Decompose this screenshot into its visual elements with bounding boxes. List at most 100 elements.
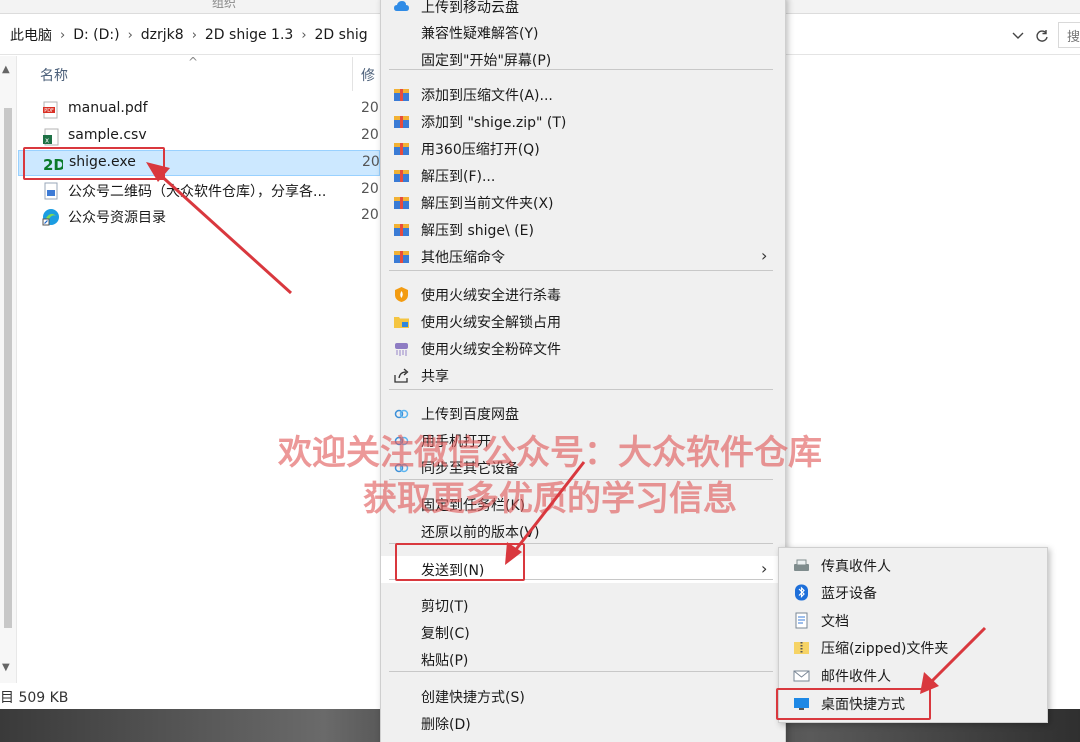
file-name: sample.csv xyxy=(68,127,147,143)
archive-icon xyxy=(393,221,410,238)
file-name: shige.exe xyxy=(69,154,136,170)
menu-item-label: 上传到移动云盘 xyxy=(421,0,519,16)
archive-icon xyxy=(393,194,410,211)
menu-item-more-compress-commands[interactable]: 其他压缩命令 › xyxy=(381,243,785,270)
menu-item-pin-to-taskbar[interactable]: 固定到任务栏(K) xyxy=(381,491,785,518)
status-text: 目 509 KB xyxy=(0,690,69,706)
file-row-qrcode-image[interactable]: 公众号二维码（大众软件仓库），分享各... 20 xyxy=(18,178,380,204)
menu-item-sync-to-other-devices[interactable]: 同步至其它设备 xyxy=(381,454,785,481)
send-to-item-mail-recipient[interactable]: 邮件收件人 xyxy=(779,662,1047,689)
send-to-item-label: 桌面快捷方式 xyxy=(821,697,905,713)
menu-item-label: 解压到当前文件夹(X) xyxy=(421,196,554,212)
column-date-header[interactable]: 修 xyxy=(361,65,375,85)
menu-item-add-to-archive[interactable]: 添加到压缩文件(A)... xyxy=(381,81,785,108)
edge-link-icon xyxy=(42,208,60,226)
send-to-item-desktop-shortcut[interactable]: 桌面快捷方式 xyxy=(779,690,1047,717)
search-placeholder: 搜 xyxy=(1067,30,1080,45)
scroll-down-arrow-icon[interactable]: ▼ xyxy=(2,662,10,673)
archive-icon xyxy=(393,248,410,265)
file-row-sample-csv[interactable]: x sample.csv 20 xyxy=(18,124,380,150)
menu-item-label: 用360压缩打开(Q) xyxy=(421,142,540,158)
baidu-cloud-icon xyxy=(393,432,410,449)
column-header: 名称 ^ 修 xyxy=(18,55,380,91)
shred-icon xyxy=(393,340,410,357)
mail-icon xyxy=(793,667,810,684)
breadcrumb-current[interactable]: 2D shig xyxy=(309,27,374,43)
file-date: 20 xyxy=(361,181,379,197)
pdf-file-icon: PDF xyxy=(42,101,60,119)
navigation-pane-scrollbar[interactable]: ▲ ▼ xyxy=(0,56,17,683)
send-to-item-label: 压缩(zipped)文件夹 xyxy=(821,641,949,657)
menu-item-open-on-phone[interactable]: 用手机打开 xyxy=(381,427,785,454)
menu-item-label: 添加到压缩文件(A)... xyxy=(421,88,553,104)
baidu-cloud-icon xyxy=(393,459,410,476)
svg-text:PDF: PDF xyxy=(44,108,54,114)
send-to-item-bluetooth-device[interactable]: 蓝牙设备 xyxy=(779,579,1047,606)
send-to-item-compressed-folder[interactable]: 压缩(zipped)文件夹 xyxy=(779,634,1047,661)
menu-item-restore-previous-versions[interactable]: 还原以前的版本(V) xyxy=(381,518,785,545)
menu-item-share[interactable]: 共享 xyxy=(381,362,785,389)
file-date: 20 xyxy=(362,154,380,170)
menu-item-label: 复制(C) xyxy=(421,626,470,642)
menu-item-label: 删除(D) xyxy=(421,717,471,733)
menu-item-create-shortcut[interactable]: 创建快捷方式(S) xyxy=(381,683,785,710)
menu-item-huorong-scan[interactable]: 使用火绒安全进行杀毒 xyxy=(381,281,785,308)
menu-item-cut[interactable]: 剪切(T) xyxy=(381,592,785,619)
file-row-shige-exe[interactable]: 2D shige.exe 20 xyxy=(18,150,380,176)
menu-item-label: 共享 xyxy=(421,369,449,385)
menu-item-upload-mobile-cloud[interactable]: 上传到移动云盘 xyxy=(381,0,785,20)
svg-text:2D: 2D xyxy=(43,156,63,173)
file-row-manual-pdf[interactable]: PDF manual.pdf 20 xyxy=(18,97,380,123)
column-divider[interactable] xyxy=(352,57,353,91)
menu-item-add-to-shige-zip[interactable]: 添加到 "shige.zip" (T) xyxy=(381,108,785,135)
menu-item-label: 用手机打开 xyxy=(421,434,491,450)
archive-icon xyxy=(393,140,410,157)
scrollbar-thumb[interactable] xyxy=(4,108,12,628)
bluetooth-icon xyxy=(793,584,810,601)
menu-item-extract-here[interactable]: 解压到当前文件夹(X) xyxy=(381,189,785,216)
menu-item-extract-to-shige-folder[interactable]: 解压到 shige\ (E) xyxy=(381,216,785,243)
file-row-resource-directory[interactable]: 公众号资源目录 20 xyxy=(18,204,380,230)
menu-item-open-with-360zip[interactable]: 用360压缩打开(Q) xyxy=(381,135,785,162)
menu-item-copy[interactable]: 复制(C) xyxy=(381,619,785,646)
file-date: 20 xyxy=(361,127,379,143)
file-name: 公众号二维码（大众软件仓库），分享各... xyxy=(68,184,327,200)
breadcrumb-drive-d[interactable]: D: (D:) xyxy=(67,27,125,43)
menu-item-label: 解压到(F)... xyxy=(421,169,496,185)
menu-item-label: 剪切(T) xyxy=(421,599,469,615)
menu-item-compatibility-troubleshoot[interactable]: 兼容性疑难解答(Y) xyxy=(381,19,785,46)
menu-item-upload-baidu-netdisk[interactable]: 上传到百度网盘 xyxy=(381,400,785,427)
send-to-item-label: 邮件收件人 xyxy=(821,669,891,685)
menu-item-huorong-shred[interactable]: 使用火绒安全粉碎文件 xyxy=(381,335,785,362)
file-name: 公众号资源目录 xyxy=(68,210,166,226)
menu-item-delete[interactable]: 删除(D) xyxy=(381,710,785,737)
breadcrumb-shige-13[interactable]: 2D shige 1.3 xyxy=(199,27,299,43)
menu-item-label: 其他压缩命令 xyxy=(421,250,505,266)
context-menu: 上传到移动云盘 兼容性疑难解答(Y) 固定到"开始"屏幕(P) 添加到压缩文件(A).… xyxy=(380,0,786,742)
menu-item-huorong-unlock[interactable]: 使用火绒安全解锁占用 xyxy=(381,308,785,335)
breadcrumb-dzrjk8[interactable]: dzrjk8 xyxy=(135,27,190,43)
breadcrumb-separator[interactable]: › xyxy=(190,28,199,43)
menu-item-rename[interactable]: 重命名(M) xyxy=(381,737,785,742)
breadcrumb-separator[interactable]: › xyxy=(299,28,308,43)
menu-item-label: 创建快捷方式(S) xyxy=(421,690,525,706)
cloud-upload-icon xyxy=(393,0,410,15)
file-name: manual.pdf xyxy=(68,100,148,116)
breadcrumb-separator[interactable]: › xyxy=(58,28,67,43)
search-input[interactable]: 搜 xyxy=(1058,22,1080,48)
menu-item-extract-to[interactable]: 解压到(F)... xyxy=(381,162,785,189)
menu-item-label: 添加到 "shige.zip" (T) xyxy=(421,115,567,131)
menu-item-paste[interactable]: 粘贴(P) xyxy=(381,646,785,673)
send-to-item-fax-recipient[interactable]: 传真收件人 xyxy=(779,552,1047,579)
breadcrumb-this-pc[interactable]: 此电脑 xyxy=(4,25,58,45)
menu-item-label: 兼容性疑难解答(Y) xyxy=(421,26,539,42)
menu-separator xyxy=(389,69,773,70)
refresh-icon[interactable] xyxy=(1030,24,1054,48)
send-to-item-documents[interactable]: 文档 xyxy=(779,607,1047,634)
breadcrumb-separator[interactable]: › xyxy=(126,28,135,43)
scroll-up-arrow-icon[interactable]: ▲ xyxy=(2,64,10,75)
menu-item-label: 还原以前的版本(V) xyxy=(421,525,540,541)
chevron-down-icon[interactable] xyxy=(1006,24,1030,48)
column-name-header[interactable]: 名称 xyxy=(40,65,68,85)
desktop-icon xyxy=(793,695,810,712)
